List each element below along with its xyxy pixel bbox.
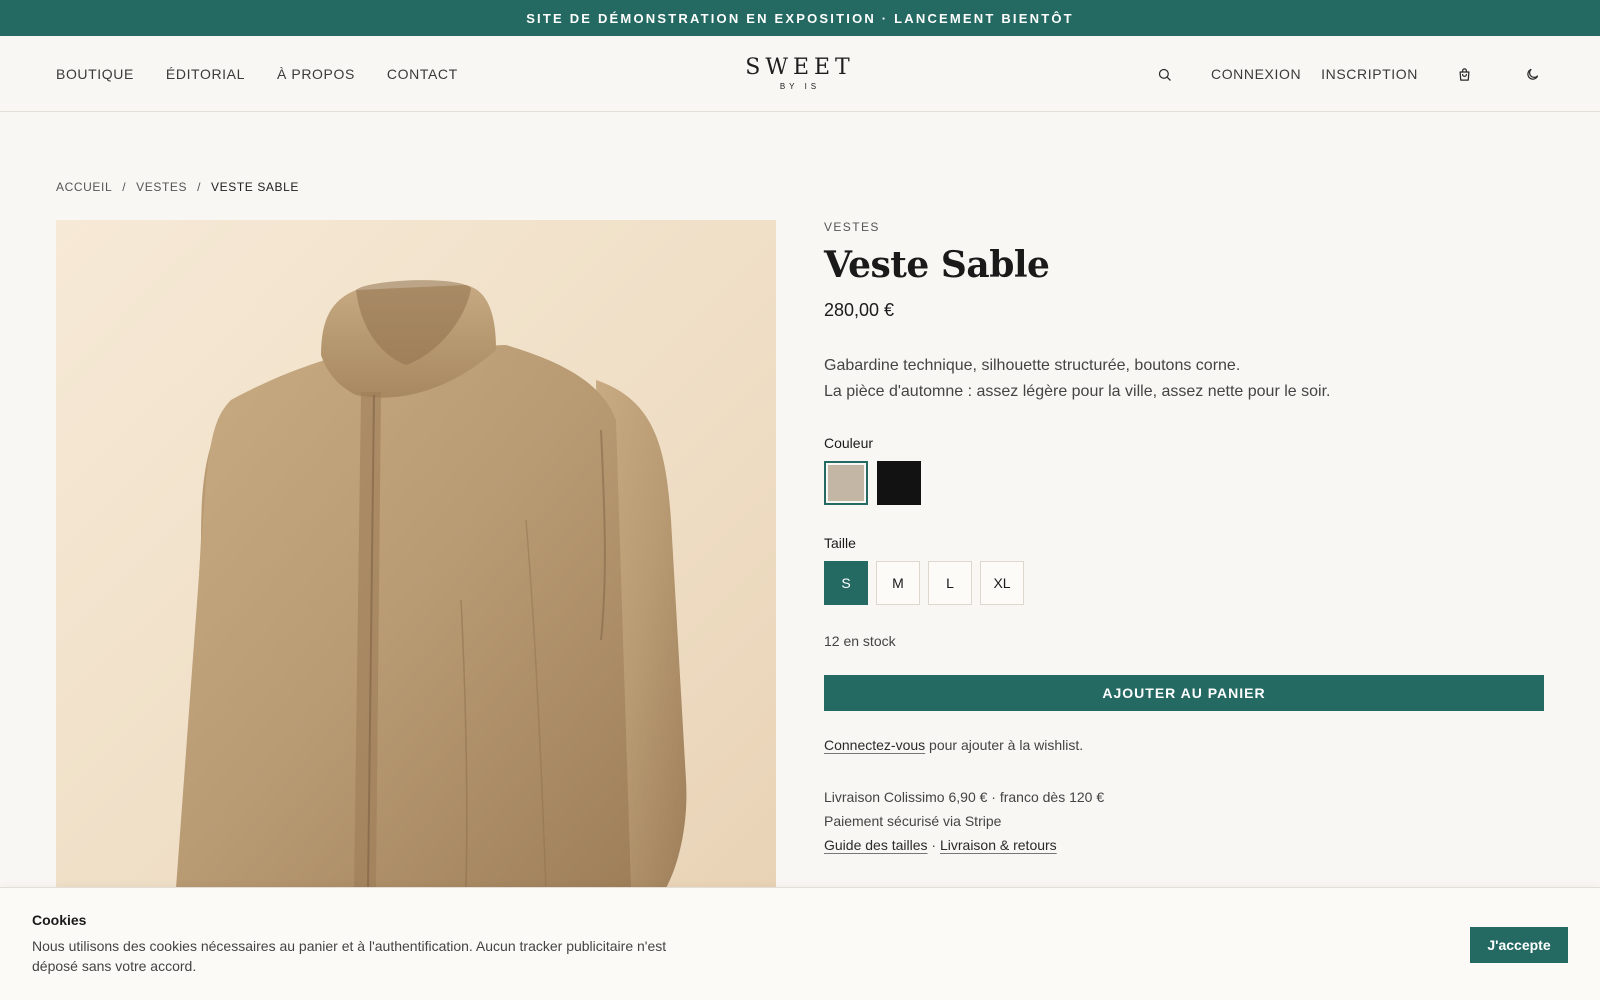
product-title: Veste Sable	[824, 244, 1050, 286]
size-option-l[interactable]: L	[928, 561, 972, 605]
search-icon[interactable]	[1153, 62, 1177, 86]
wishlist-note: Connectez-vous pour ajouter à la wishlis…	[824, 737, 1544, 753]
accept-cookies-button[interactable]: J'accepte	[1470, 927, 1568, 963]
stock-status: 12 en stock	[824, 633, 896, 649]
jacket-illustration	[176, 280, 687, 888]
breadcrumb-separator: /	[122, 180, 127, 194]
header-actions: CONNEXION INSCRIPTION	[1153, 36, 1544, 112]
nav-contact[interactable]: CONTACT	[387, 66, 458, 82]
size-label: Taille	[824, 535, 856, 551]
breadcrumb: ACCUEIL / VESTES / VESTE SABLE	[56, 180, 299, 194]
shopping-bag-icon[interactable]	[1452, 62, 1476, 86]
breadcrumb-current: VESTE SABLE	[211, 180, 300, 194]
signup-link[interactable]: INSCRIPTION	[1321, 66, 1418, 82]
size-options: S M L XL	[824, 561, 1544, 605]
cookie-title: Cookies	[32, 912, 87, 928]
nav-boutique[interactable]: BOUTIQUE	[56, 66, 134, 82]
description-line: La pièce d'automne : assez légère pour l…	[824, 383, 1331, 400]
logo-tagline: BY IS	[779, 81, 821, 91]
logo-wordmark: SWEET	[745, 54, 855, 80]
announcement-bar: SITE DE DÉMONSTRATION EN EXPOSITION · LA…	[0, 0, 1600, 36]
product-description: Gabardine technique, silhouette structur…	[824, 353, 1544, 405]
size-option-s[interactable]: S	[824, 561, 868, 605]
shipping-line: Livraison Colissimo 6,90 € · franco dès …	[824, 789, 1105, 805]
info-links: Guide des tailles · Livraison & retours	[824, 833, 1544, 857]
color-label: Couleur	[824, 435, 874, 451]
color-swatch[interactable]	[824, 461, 868, 505]
shipping-info: Livraison Colissimo 6,90 € · franco dès …	[824, 785, 1544, 857]
breadcrumb-vestes[interactable]: VESTES	[136, 180, 187, 194]
link-separator: ·	[927, 837, 940, 853]
site-header: BOUTIQUE ÉDITORIAL À PROPOS CONTACT SWEE…	[0, 36, 1600, 112]
announcement-text: SITE DE DÉMONSTRATION EN EXPOSITION · LA…	[526, 10, 1074, 26]
payment-line: Paiement sécurisé via Stripe	[824, 813, 1002, 829]
login-link[interactable]: CONNEXION	[1211, 66, 1301, 82]
cookie-text: Nous utilisons des cookies nécessaires a…	[32, 938, 667, 974]
description-line: Gabardine technique, silhouette structur…	[824, 357, 1241, 374]
login-wishlist-link[interactable]: Connectez-vous	[824, 737, 925, 753]
color-swatches	[824, 461, 1544, 505]
returns-link[interactable]: Livraison & retours	[940, 837, 1057, 853]
color-swatch[interactable]	[877, 461, 921, 505]
wishlist-text: pour ajouter à la wishlist.	[925, 737, 1084, 753]
product-category: VESTES	[824, 220, 880, 234]
product-info: VESTES Veste Sable 280,00 € Gabardine te…	[824, 220, 1544, 857]
product-image[interactable]	[56, 220, 776, 888]
nav-a-propos[interactable]: À PROPOS	[277, 66, 355, 82]
size-guide-link[interactable]: Guide des tailles	[824, 837, 928, 853]
breadcrumb-home[interactable]: ACCUEIL	[56, 180, 112, 194]
nav-editorial[interactable]: ÉDITORIAL	[166, 66, 245, 82]
main-nav: BOUTIQUE ÉDITORIAL À PROPOS CONTACT	[56, 66, 458, 82]
size-option-xl[interactable]: XL	[980, 561, 1024, 605]
add-to-cart-button[interactable]: AJOUTER AU PANIER	[824, 675, 1544, 711]
site-logo[interactable]: SWEET BY IS	[745, 54, 855, 91]
cookie-banner: Cookies Nous utilisons des cookies néces…	[0, 887, 1600, 1000]
breadcrumb-separator: /	[197, 180, 202, 194]
size-option-m[interactable]: M	[876, 561, 920, 605]
product-price: 280,00 €	[824, 300, 895, 320]
moon-icon[interactable]	[1520, 62, 1544, 86]
